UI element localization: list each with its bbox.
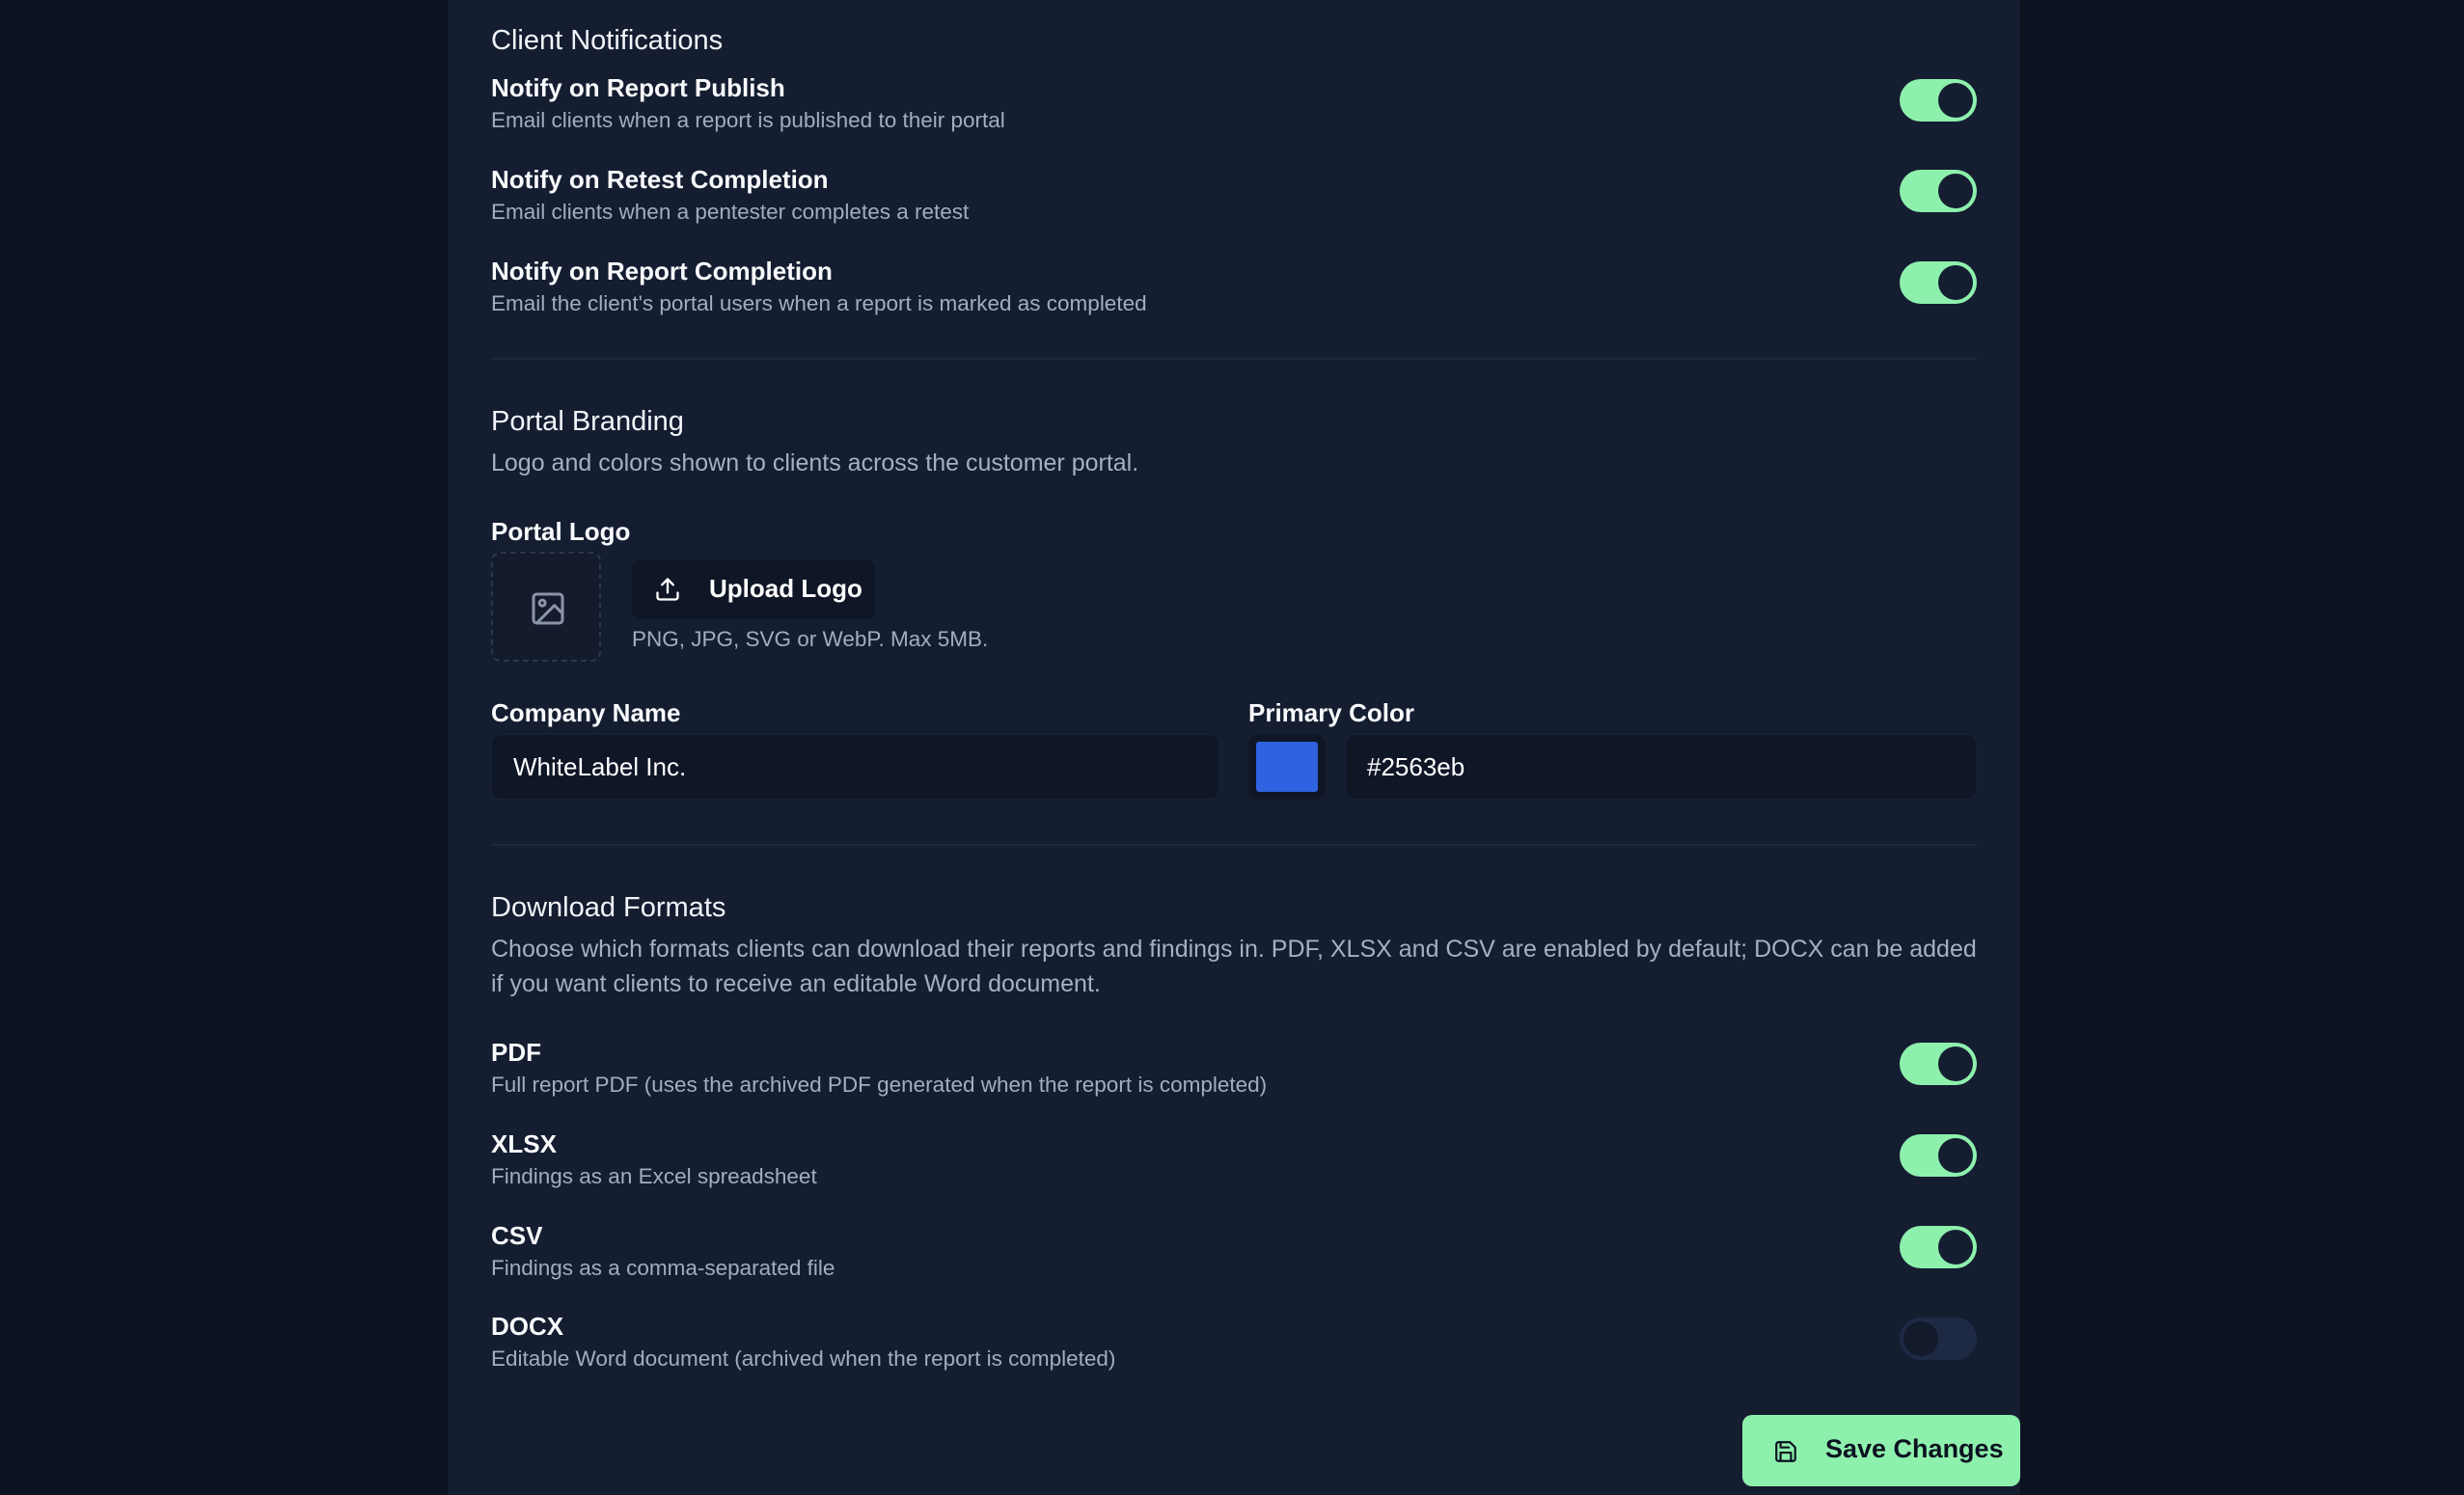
section-divider — [491, 358, 1977, 360]
row-title: Notify on Report Completion — [491, 257, 833, 285]
toggle-knob — [1938, 1138, 1973, 1173]
download-formats-title: Download Formats — [491, 892, 726, 923]
upload-hint: PNG, JPG, SVG or WebP. Max 5MB. — [632, 627, 989, 651]
notify-report-completion-toggle[interactable] — [1900, 261, 1977, 304]
company-name-label: Company Name — [491, 698, 681, 727]
notify-report-completion-row: Notify on Report Completion Email the cl… — [491, 255, 1977, 332]
toggle-knob — [1938, 83, 1973, 118]
company-name-input[interactable] — [491, 734, 1219, 800]
row-title: Notify on Report Publish — [491, 73, 785, 102]
format-csv-row: CSV Findings as a comma-separated file — [491, 1219, 1977, 1296]
format-pdf-toggle[interactable] — [1900, 1043, 1977, 1085]
row-description: Email clients when a report is published… — [491, 108, 1005, 132]
row-title: XLSX — [491, 1129, 557, 1158]
notify-report-publish-row: Notify on Report Publish Email clients w… — [491, 71, 1977, 149]
notify-retest-completion-row: Notify on Retest Completion Email client… — [491, 163, 1977, 240]
row-title: CSV — [491, 1221, 543, 1250]
row-title: PDF — [491, 1038, 541, 1067]
settings-panel: Client Notifications Notify on Report Pu… — [448, 0, 2020, 1495]
row-title: DOCX — [491, 1312, 564, 1341]
primary-color-input[interactable] — [1345, 734, 1977, 800]
format-csv-toggle[interactable] — [1900, 1226, 1977, 1268]
portal-branding-description: Logo and colors shown to clients across … — [491, 449, 1139, 476]
toggle-knob — [1938, 1046, 1973, 1081]
toggle-knob — [1938, 265, 1973, 300]
format-docx-toggle[interactable] — [1900, 1318, 1977, 1360]
save-icon — [1775, 1441, 1796, 1462]
save-changes-button[interactable]: Save Changes — [1742, 1415, 2020, 1486]
image-icon — [532, 592, 564, 625]
format-xlsx-row: XLSX Findings as an Excel spreadsheet — [491, 1128, 1977, 1205]
save-changes-label: Save Changes — [1825, 1434, 2004, 1463]
upload-icon — [656, 578, 679, 601]
primary-color-label: Primary Color — [1248, 698, 1414, 727]
row-description: Editable Word document (archived when th… — [491, 1346, 1116, 1371]
row-description: Full report PDF (uses the archived PDF g… — [491, 1073, 1268, 1097]
logo-preview — [491, 552, 601, 662]
notify-retest-completion-toggle[interactable] — [1900, 170, 1977, 212]
upload-logo-button[interactable]: Upload Logo — [632, 559, 875, 619]
row-description: Email the client's portal users when a r… — [491, 291, 1147, 315]
color-swatch-fill — [1256, 742, 1318, 792]
toggle-knob — [1938, 1230, 1973, 1264]
section-divider — [491, 844, 1977, 846]
toggle-knob — [1903, 1321, 1938, 1356]
notify-report-publish-toggle[interactable] — [1900, 79, 1977, 122]
primary-color-swatch[interactable] — [1248, 734, 1326, 800]
format-docx-row: DOCX Editable Word document (archived wh… — [491, 1310, 1977, 1387]
toggle-knob — [1938, 174, 1973, 208]
row-description: Email clients when a pentester completes… — [491, 200, 970, 224]
portal-logo-label: Portal Logo — [491, 517, 631, 546]
download-formats-description: Choose which formats clients can downloa… — [491, 936, 1977, 997]
client-notifications-title: Client Notifications — [491, 25, 724, 56]
row-description: Findings as an Excel spreadsheet — [491, 1164, 817, 1188]
upload-logo-label: Upload Logo — [709, 574, 862, 603]
format-xlsx-toggle[interactable] — [1900, 1134, 1977, 1177]
format-pdf-row: PDF Full report PDF (uses the archived P… — [491, 1036, 1977, 1113]
row-title: Notify on Retest Completion — [491, 165, 829, 194]
portal-branding-title: Portal Branding — [491, 406, 684, 437]
row-description: Findings as a comma-separated file — [491, 1256, 835, 1280]
